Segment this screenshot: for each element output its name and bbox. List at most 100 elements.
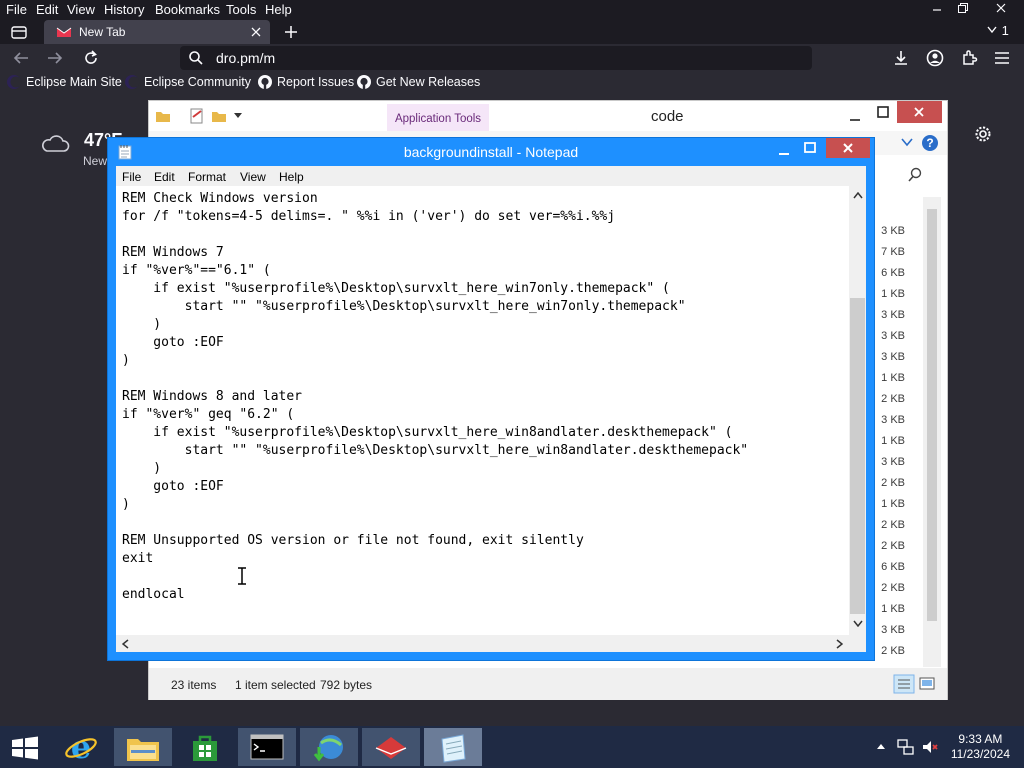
- chevron-down-icon[interactable]: [901, 136, 913, 148]
- notepad-line: ): [122, 497, 130, 512]
- explorer-titlebar: Application Tools code: [149, 101, 947, 131]
- list-all-tabs-button[interactable]: [10, 24, 28, 45]
- scroll-thumb[interactable]: [850, 298, 865, 614]
- notepad-menu-view[interactable]: View: [240, 170, 266, 184]
- menu-tools[interactable]: Tools: [226, 2, 256, 17]
- details-view-icon[interactable]: [893, 674, 915, 694]
- notepad-line: [122, 514, 748, 532]
- menu-file[interactable]: File: [6, 2, 27, 17]
- menu-history[interactable]: History: [104, 2, 144, 17]
- eclipse-icon: [7, 75, 22, 89]
- maximize-icon[interactable]: [804, 142, 816, 154]
- hamburger-menu-icon[interactable]: [994, 50, 1010, 66]
- taskbar-file-explorer[interactable]: [114, 728, 172, 766]
- show-hidden-icons-chevron-icon[interactable]: [876, 742, 886, 750]
- notepad-line: REM Unsupported OS version or file not f…: [122, 533, 584, 548]
- taskbar-internet-explorer[interactable]: e: [52, 728, 110, 766]
- menu-edit[interactable]: Edit: [36, 2, 58, 17]
- tab-count: 1: [1001, 23, 1009, 38]
- notepad-line: [122, 370, 748, 388]
- tab-count-button[interactable]: 1: [986, 23, 1009, 38]
- notepad-line: endlocal: [122, 587, 185, 602]
- folder-icon: [156, 112, 170, 122]
- new-folder-icon: [212, 112, 226, 122]
- notepad-line: if "%ver%" geq "6.2" (: [122, 407, 295, 422]
- menu-view[interactable]: View: [67, 2, 95, 17]
- start-button[interactable]: [0, 728, 58, 766]
- network-icon[interactable]: [897, 738, 915, 756]
- download-manager-icon: [313, 735, 343, 762]
- notepad-line: REM Windows 8 and later: [122, 389, 303, 404]
- notepad-line: start "" "%userprofile%\Desktop\survxlt_…: [122, 299, 686, 314]
- notepad-menu-help[interactable]: Help: [279, 170, 304, 184]
- maximize-icon[interactable]: [877, 106, 889, 118]
- account-icon[interactable]: [926, 49, 944, 67]
- downloads-icon[interactable]: [892, 49, 910, 67]
- notepad-menu-format[interactable]: Format: [188, 170, 226, 184]
- close-window-button[interactable]: [978, 0, 1024, 20]
- close-icon: [843, 143, 853, 153]
- taskbar-notepad[interactable]: [424, 728, 482, 766]
- help-icon[interactable]: ?: [921, 134, 939, 152]
- firefox-menubar: File Edit View History Bookmarks Tools H…: [0, 0, 1024, 20]
- bookmark-label: Get New Releases: [376, 75, 481, 89]
- extensions-icon[interactable]: [960, 49, 978, 67]
- bookmark-eclipse-main-site[interactable]: Eclipse Main Site: [6, 74, 122, 90]
- volume-muted-icon[interactable]: [921, 738, 939, 756]
- bookmark-report-issues[interactable]: Report Issues: [257, 74, 354, 90]
- internet-explorer-icon: e: [65, 731, 97, 763]
- tabs-icon: [11, 26, 27, 39]
- taskbar-command-prompt[interactable]: [238, 728, 296, 766]
- tab-favicon-icon: [56, 27, 72, 37]
- notepad-close-button[interactable]: [826, 138, 870, 158]
- menu-bookmarks[interactable]: Bookmarks: [155, 2, 220, 17]
- taskbar-store[interactable]: [176, 728, 234, 766]
- close-tab-icon[interactable]: [250, 26, 262, 38]
- notepad-menu-edit[interactable]: Edit: [154, 170, 175, 184]
- reload-icon[interactable]: [82, 49, 100, 67]
- back-icon[interactable]: [12, 50, 30, 66]
- restore-icon: [958, 3, 968, 13]
- windows-logo-icon: [12, 736, 38, 760]
- taskbar-download-manager[interactable]: [300, 728, 358, 766]
- notepad-line: if "%ver%"=="6.1" (: [122, 263, 271, 278]
- notepad-vertical-scrollbar[interactable]: [849, 186, 866, 635]
- explorer-vertical-scrollbar[interactable]: [923, 197, 941, 667]
- minimize-icon[interactable]: [849, 110, 861, 122]
- status-bytes: 792 bytes: [320, 678, 373, 692]
- notepad-titlebar: backgroundinstall - Notepad: [108, 138, 874, 166]
- notepad-title: backgroundinstall - Notepad: [403, 144, 579, 160]
- gear-icon[interactable]: [974, 125, 992, 143]
- scroll-left-icon: [122, 639, 129, 649]
- notepad-line: goto :EOF: [122, 335, 224, 350]
- url-bar[interactable]: dro.pm/m: [180, 46, 812, 70]
- menu-help[interactable]: Help: [265, 2, 292, 17]
- notepad-menu-file[interactable]: File: [122, 170, 141, 184]
- tab-new-tab[interactable]: New Tab: [44, 20, 270, 44]
- tab-application-tools[interactable]: Application Tools: [387, 104, 489, 131]
- minimize-icon[interactable]: [778, 148, 790, 156]
- explorer-close-button[interactable]: [897, 101, 942, 123]
- taskbar-red-app[interactable]: [362, 728, 420, 766]
- notepad-text-area[interactable]: REM Check Windows version for /f "tokens=…: [116, 186, 866, 652]
- notepad-line: REM Check Windows version: [122, 191, 318, 206]
- bookmark-label: Eclipse Community: [144, 75, 251, 89]
- close-icon: [914, 107, 924, 117]
- notepad-line: if exist "%userprofile%\Desktop\survxlt_…: [122, 425, 733, 440]
- search-icon[interactable]: [907, 167, 923, 183]
- notepad-line: [122, 568, 748, 586]
- bookmark-get-new-releases[interactable]: Get New Releases: [356, 74, 480, 90]
- system-clock[interactable]: 9:33 AM 11/23/2024: [951, 732, 1010, 762]
- notepad-line: ): [122, 317, 162, 332]
- bookmark-eclipse-community[interactable]: Eclipse Community: [124, 74, 251, 90]
- new-tab-icon[interactable]: [284, 25, 298, 39]
- large-icons-view-icon[interactable]: [917, 674, 937, 694]
- scroll-right-icon: [836, 639, 843, 649]
- forward-icon[interactable]: [46, 50, 64, 66]
- notepad-horizontal-scrollbar[interactable]: [116, 635, 849, 652]
- scroll-up-icon: [853, 192, 863, 199]
- close-icon: [996, 3, 1006, 13]
- weather-widget[interactable]: 47°F New: [40, 130, 122, 168]
- properties-icon: [190, 108, 203, 124]
- explorer-statusbar: 23 items 1 item selected 792 bytes: [149, 668, 947, 700]
